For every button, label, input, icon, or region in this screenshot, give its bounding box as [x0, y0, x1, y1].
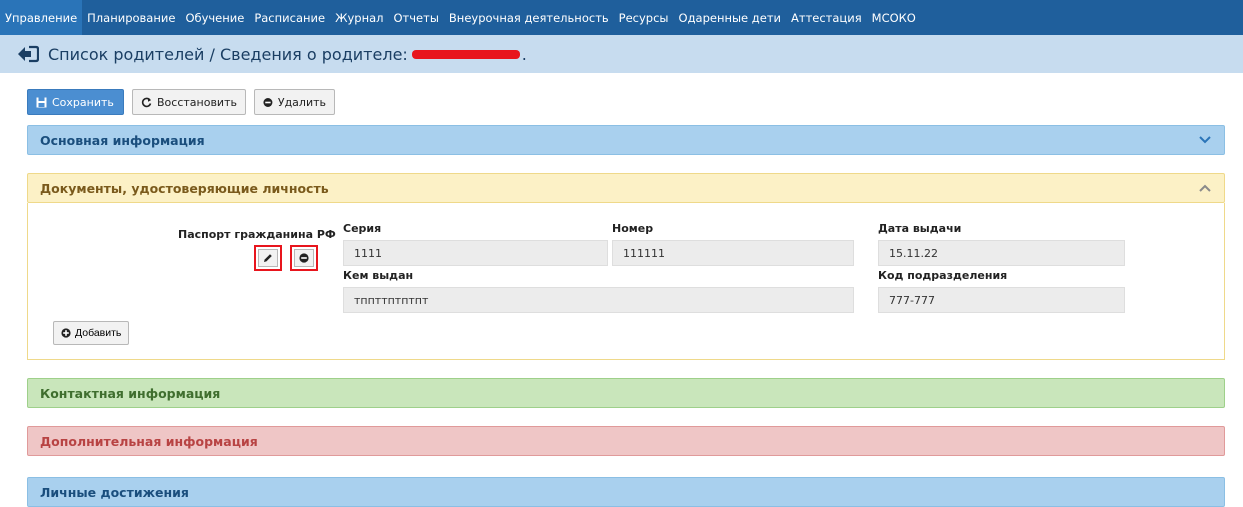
nav-item-extracurricular[interactable]: Внеурочная деятельность [444, 0, 614, 35]
dept-code-label: Код подразделения [878, 269, 1008, 282]
nav-item-gifted-children[interactable]: Одаренные дети [674, 0, 786, 35]
additional-info-panel-header[interactable]: Дополнительная информация [27, 426, 1225, 456]
nav-item-attestation[interactable]: Аттестация [786, 0, 867, 35]
save-icon [36, 97, 47, 107]
minus-circle-icon [263, 97, 273, 107]
plus-circle-icon [61, 328, 71, 338]
issued-by-label: Кем выдан [343, 269, 414, 282]
documents-title: Документы, удостоверяющие личность [40, 180, 329, 196]
main-info-title: Основная информация [40, 132, 205, 148]
issued-by-field[interactable]: тппттптптпт [343, 287, 854, 313]
contact-info-title: Контактная информация [40, 385, 221, 401]
chevron-up-icon[interactable] [1198, 181, 1212, 195]
achievements-title: Личные достижения [40, 484, 189, 500]
remove-document-button[interactable] [290, 245, 318, 271]
edit-document-button[interactable] [254, 245, 282, 271]
restore-button-label: Восстановить [157, 95, 237, 109]
number-field[interactable]: 111111 [612, 240, 854, 266]
refresh-icon [141, 97, 152, 107]
series-label: Серия [343, 222, 382, 235]
page-title-text: Список родителей / Сведения о родителе: [48, 44, 408, 64]
dept-code-field[interactable]: 777-777 [878, 287, 1125, 313]
nav-item-education[interactable]: Обучение [180, 0, 249, 35]
nav-item-msoko[interactable]: МСОКО [867, 0, 921, 35]
series-field[interactable]: 1111 [343, 240, 608, 266]
issue-date-field[interactable]: 15.11.22 [878, 240, 1125, 266]
document-type-label: Паспорт гражданина РФ [178, 228, 336, 241]
additional-info-title: Дополнительная информация [40, 433, 258, 449]
contact-info-panel-header[interactable]: Контактная информация [27, 378, 1225, 408]
issue-date-label: Дата выдачи [878, 222, 962, 235]
top-navigation: Управление Планирование Обучение Расписа… [0, 0, 1243, 35]
documents-panel-header[interactable]: Документы, удостоверяющие личность [27, 173, 1225, 203]
chevron-down-icon[interactable] [1198, 133, 1212, 147]
page-title: Список родителей / Сведения о родителе: … [48, 45, 527, 64]
achievements-panel-header[interactable]: Личные достижения [27, 477, 1225, 507]
nav-item-schedule[interactable]: Расписание [249, 0, 330, 35]
add-document-button[interactable]: Добавить [53, 321, 130, 345]
minus-circle-icon [299, 253, 309, 263]
page-title-end: . [521, 44, 527, 64]
main-info-panel-header[interactable]: Основная информация [27, 125, 1225, 155]
delete-button[interactable]: Удалить [254, 89, 335, 115]
page-title-bar: Список родителей / Сведения о родителе: … [0, 35, 1243, 73]
documents-panel-body: Паспорт гражданина РФ Серия 1111 Номер 1… [27, 203, 1225, 360]
nav-item-management[interactable]: Управление [0, 0, 83, 35]
toolbar: Сохранить Восстановить Удалить [27, 89, 335, 115]
redacted-parent-name [411, 49, 520, 59]
back-arrow-icon[interactable] [14, 43, 42, 65]
save-button[interactable]: Сохранить [27, 89, 124, 115]
nav-item-reports[interactable]: Отчеты [389, 0, 444, 35]
save-button-label: Сохранить [52, 95, 114, 109]
nav-item-journal[interactable]: Журнал [330, 0, 388, 35]
add-document-label: Добавить [75, 327, 122, 339]
pencil-icon [264, 254, 272, 262]
nav-item-planning[interactable]: Планирование [82, 0, 180, 35]
nav-item-resources[interactable]: Ресурсы [614, 0, 674, 35]
restore-button[interactable]: Восстановить [132, 89, 246, 115]
number-label: Номер [612, 222, 654, 235]
delete-button-label: Удалить [277, 95, 326, 109]
